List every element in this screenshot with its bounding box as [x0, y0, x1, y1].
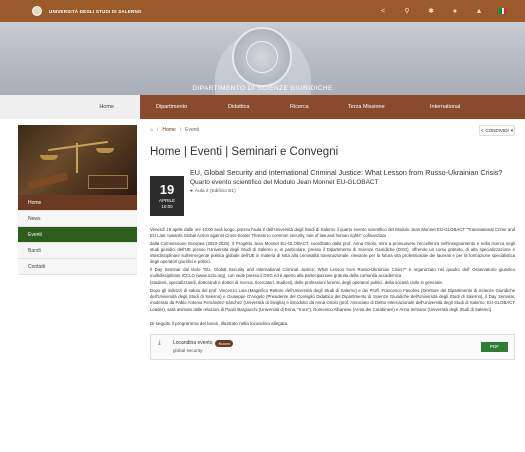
event-time: 10:00 [161, 204, 173, 209]
nav-dipartimento[interactable]: Dipartimento [140, 95, 212, 119]
attachment-subtitle: global security [173, 347, 203, 353]
nav-international[interactable]: International [414, 95, 494, 119]
search-icon[interactable]: ⚲ [395, 5, 419, 17]
breadcrumb-current[interactable]: Eventi [185, 127, 199, 133]
description-paragraph: Venerdì 19 aprile dalle ore 10:00 avrà l… [150, 227, 515, 239]
nav-didattica[interactable]: Didattica [212, 95, 274, 119]
share-button[interactable]: < CONDIVIDI ▾ [479, 125, 515, 136]
description-paragraph: dalla Commissione Europea (2023-2026). I… [150, 240, 515, 265]
nav-home[interactable]: Home [0, 95, 140, 119]
attachment-title: Locandina evento [173, 340, 213, 347]
description-paragraph: Il Day Seminar dal titolo "EU, Global Se… [150, 266, 515, 279]
closing-text: Di seguito il programma dei lavori, illu… [150, 320, 289, 326]
language-flag-icon[interactable] [491, 5, 515, 17]
location-pin-icon: ● [190, 189, 193, 194]
description-paragraph: Dopo gli indirizzi di saluto del prof. V… [150, 287, 515, 312]
top-bar: UNIVERSITÀ DEGLI STUDI DI SALERNO < ⚲ ✱ … [0, 0, 525, 22]
sidebar-item-contatti[interactable]: Contatti [18, 259, 137, 275]
sidebar-item-home[interactable]: Home [18, 195, 137, 211]
event-location-text: Aula 2 (Edificio B1) [194, 189, 236, 194]
accessibility-icon[interactable]: ✱ [419, 5, 443, 17]
sidebar: Home News Eventi Bandi Contatti [18, 125, 137, 275]
share-label: CONDIVIDI [485, 128, 509, 133]
event-subtitle: Quarto evento scientifico del Modulo Jea… [190, 179, 379, 186]
event-day: 19 [159, 182, 175, 197]
event-header: 19 APRILE 10:00 EU, Global Security and … [150, 168, 515, 216]
department-seal-icon [232, 27, 292, 87]
nav-ricerca[interactable]: Ricerca [274, 95, 332, 119]
breadcrumb-separator: / [179, 127, 182, 133]
pdf-button[interactable]: PDF [481, 341, 508, 352]
share-icon[interactable]: < [371, 5, 395, 17]
event-description: Venerdì 19 aprile dalle ore 10:00 avrà l… [150, 227, 515, 313]
header-banner: DIPARTIMENTO DI SCIENZE GIURIDICHE [0, 22, 525, 95]
sidebar-item-news[interactable]: News [18, 211, 137, 227]
topbar-icons: < ⚲ ✱ ● ▲ [371, 5, 515, 17]
sidebar-menu: Home News Eventi Bandi Contatti [18, 195, 137, 275]
main-content: ⌂ / Home / Eventi < CONDIVIDI ▾ Home | E… [150, 125, 515, 360]
share-icon: < [480, 128, 484, 133]
event-title: EU, Global Security and International Cr… [190, 168, 503, 177]
org-icon[interactable]: ▲ [467, 5, 491, 17]
department-title: DIPARTIMENTO DI SCIENZE GIURIDICHE [192, 85, 333, 92]
university-seal-icon[interactable] [32, 6, 42, 16]
attachment-row: ⤓ Locandina evento Nuovo global security… [150, 333, 515, 360]
university-name-link[interactable]: UNIVERSITÀ DEGLI STUDI DI SALERNO [49, 9, 142, 14]
attachment-name[interactable]: Locandina evento Nuovo [173, 339, 234, 347]
new-badge: Nuovo [215, 339, 234, 347]
event-month: APRILE [158, 198, 175, 203]
description-paragraph: (studenti, specializzandi, dottorandi e … [150, 280, 444, 286]
event-location: ● Aula 2 (Edificio B1) [190, 189, 510, 194]
event-info: EU, Global Security and International Cr… [190, 168, 510, 216]
download-icon[interactable]: ⤓ [158, 340, 161, 347]
justice-scale-image [18, 125, 137, 195]
breadcrumb: ⌂ / Home / Eventi [150, 125, 515, 135]
breadcrumb-separator: / [157, 127, 159, 133]
sidebar-item-bandi[interactable]: Bandi [18, 243, 137, 259]
home-icon[interactable]: ⌂ [150, 127, 153, 133]
breadcrumb-home[interactable]: Home [162, 127, 175, 133]
event-date-box: 19 APRILE 10:00 [150, 176, 184, 216]
chevron-down-icon: ▾ [510, 127, 514, 133]
user-icon[interactable]: ● [443, 5, 467, 17]
nav-terza-missione[interactable]: Terza Missione [332, 95, 414, 119]
page-title: Home | Eventi | Seminari e Convegni [150, 146, 339, 158]
main-nav: Home Dipartimento Didattica Ricerca Terz… [0, 95, 525, 119]
sidebar-item-eventi[interactable]: Eventi [18, 227, 137, 243]
